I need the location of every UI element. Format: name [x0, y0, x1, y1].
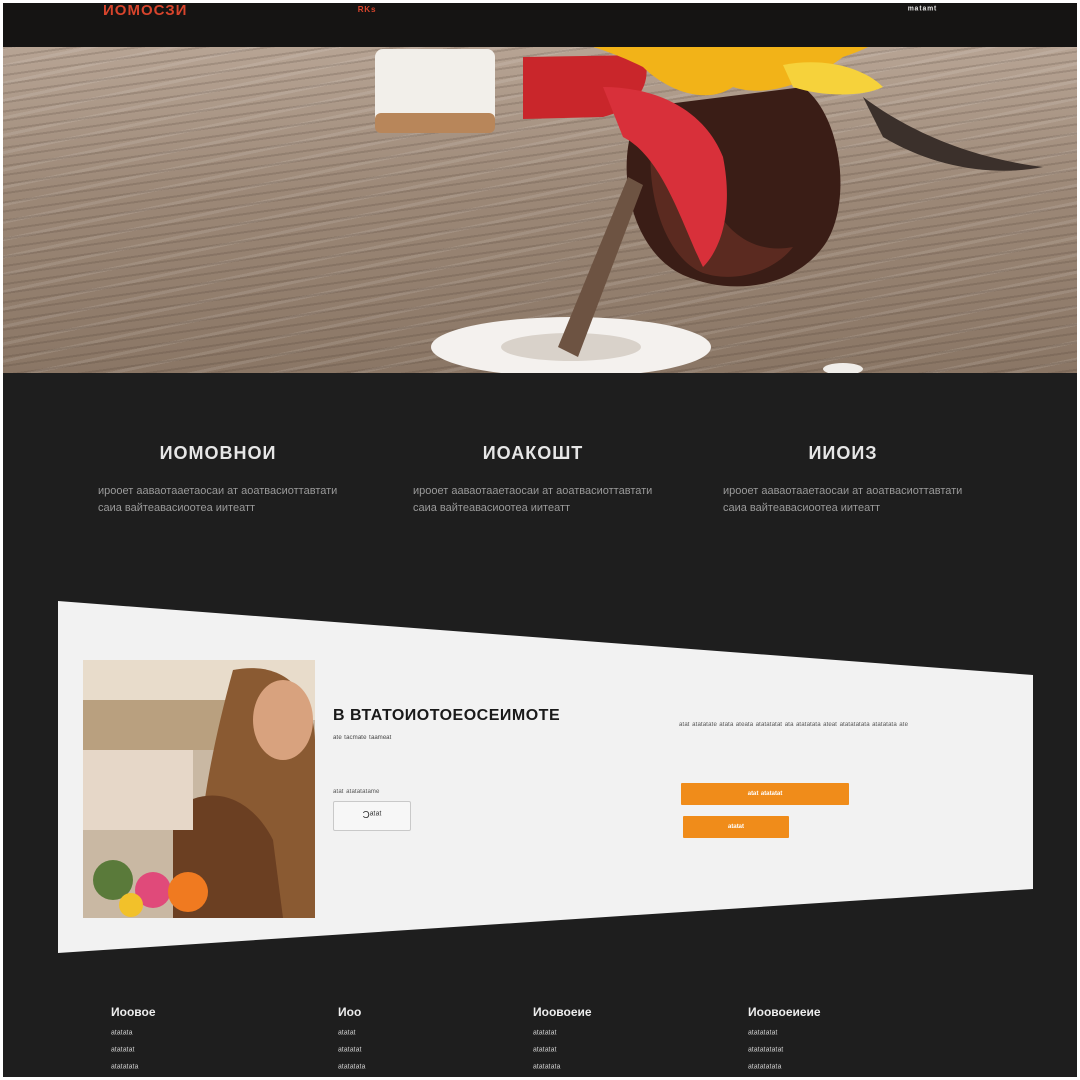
primary-cta-button[interactable]: ᵃᵗᵃᵗ ᵃᵗᵃᵗᵃᵗᵃᵗ [681, 783, 849, 805]
footer-heading: Иоовоеие [533, 1005, 592, 1019]
secondary-cta-button[interactable]: ᵃᵗᵃᵗᵃᵗ [683, 816, 789, 838]
footer-link[interactable]: ᵃᵗᵃᵗᵃᵗᵃᵗ [111, 1043, 301, 1060]
footer-column-3: Иоовоеие ᵃᵗᵃᵗᵃᵗᵃᵗ ᵃᵗᵃᵗᵃᵗᵃᵗ ᵃᵗᵃᵗᵃᵗᵃᵗᵃ [533, 1005, 723, 1077]
page: ИОМОСЗИ ᴿᴷˢ ᵐᵃᵗᵃᵐᵗ ИОМОВНОИ ирооет аавао… [0, 0, 1080, 1080]
footer-link[interactable]: ᵃᵗᵃᵗᵃᵗᵃᵗᵃ [111, 1060, 301, 1077]
promo-title: В ВТАТОИОТОЕОСЕИМОТЕ [333, 707, 561, 724]
promo-subtitle: ᵃᵗᵉ ᵗᵃᶜᵐᵃᵗᵉ ᵗᵃᵃᵐᵉᵃᵗ [333, 733, 392, 743]
footer-link[interactable]: ᵃᵗᵃᵗᵃᵗᵃᵗᵃ [533, 1060, 723, 1077]
promo-secondary-button[interactable]: Ɔᵃᵗᵃᵗ [333, 801, 411, 831]
footer-heading: Иоовоеиеие [748, 1005, 821, 1019]
footer-column-4: Иоовоеиеие ᵃᵗᵃᵗᵃᵗᵃᵗᵃᵗ ᵃᵗᵃᵗᵃᵗᵃᵗᵃᵗᵃᵗ ᵃᵗᵃᵗᵃ… [748, 1005, 938, 1077]
footer-link[interactable]: ᵃᵗᵃᵗᵃᵗᵃᵗ [533, 1026, 723, 1043]
footer-link[interactable]: ᵃᵗᵃᵗᵃᵗᵃᵗ [338, 1043, 528, 1060]
footer-heading: Иоовое [111, 1005, 156, 1019]
footer-link[interactable]: ᵃᵗᵃᵗᵃᵗᵃᵗᵃᵗᵃᵗ [748, 1043, 938, 1060]
footer-column-1: Иоовое ᵃᵗᵃᵗᵃᵗᵃ ᵃᵗᵃᵗᵃᵗᵃᵗ ᵃᵗᵃᵗᵃᵗᵃᵗᵃ [111, 1005, 301, 1077]
website-mockup: ИОМОСЗИ ᴿᴷˢ ᵐᵃᵗᵃᵐᵗ ИОМОВНОИ ирооет аавао… [3, 3, 1077, 1077]
footer-link[interactable]: ᵃᵗᵃᵗᵃᵗᵃᵗᵃ [338, 1060, 528, 1077]
footer-column-2: Иоо ᵃᵗᵃᵗᵃᵗ ᵃᵗᵃᵗᵃᵗᵃᵗ ᵃᵗᵃᵗᵃᵗᵃᵗᵃ [338, 1005, 528, 1077]
footer-link[interactable]: ᵃᵗᵃᵗᵃᵗ [338, 1026, 528, 1043]
footer-link[interactable]: ᵃᵗᵃᵗᵃᵗᵃ [111, 1026, 301, 1043]
promo-note: ᵃᵗᵃᵗ ᵃᵗᵃᵗᵃᵗᵃᵗᵃᵐᵉ [333, 787, 380, 797]
footer-heading: Иоо [338, 1005, 362, 1019]
promo-photo-illustration [83, 660, 315, 918]
promo-description: ᵃᵗᵃᵗ ᵃᵗᵃᵗᵃᵗᵃᵗᵉ ᵃᵗᵃᵗᵃ ᵃᵗᵉᵃᵗᵃ ᵃᵗᵃᵗᵃᵗᵃᵗᵃᵗ ᵃ… [679, 720, 908, 730]
footer-link[interactable]: ᵃᵗᵃᵗᵃᵗᵃᵗᵃᵗ [748, 1026, 938, 1043]
promo-photo [83, 660, 315, 918]
footer-link[interactable]: ᵃᵗᵃᵗᵃᵗᵃᵗᵃᵗᵃ [748, 1060, 938, 1077]
footer-link[interactable]: ᵃᵗᵃᵗᵃᵗᵃᵗ [533, 1043, 723, 1060]
